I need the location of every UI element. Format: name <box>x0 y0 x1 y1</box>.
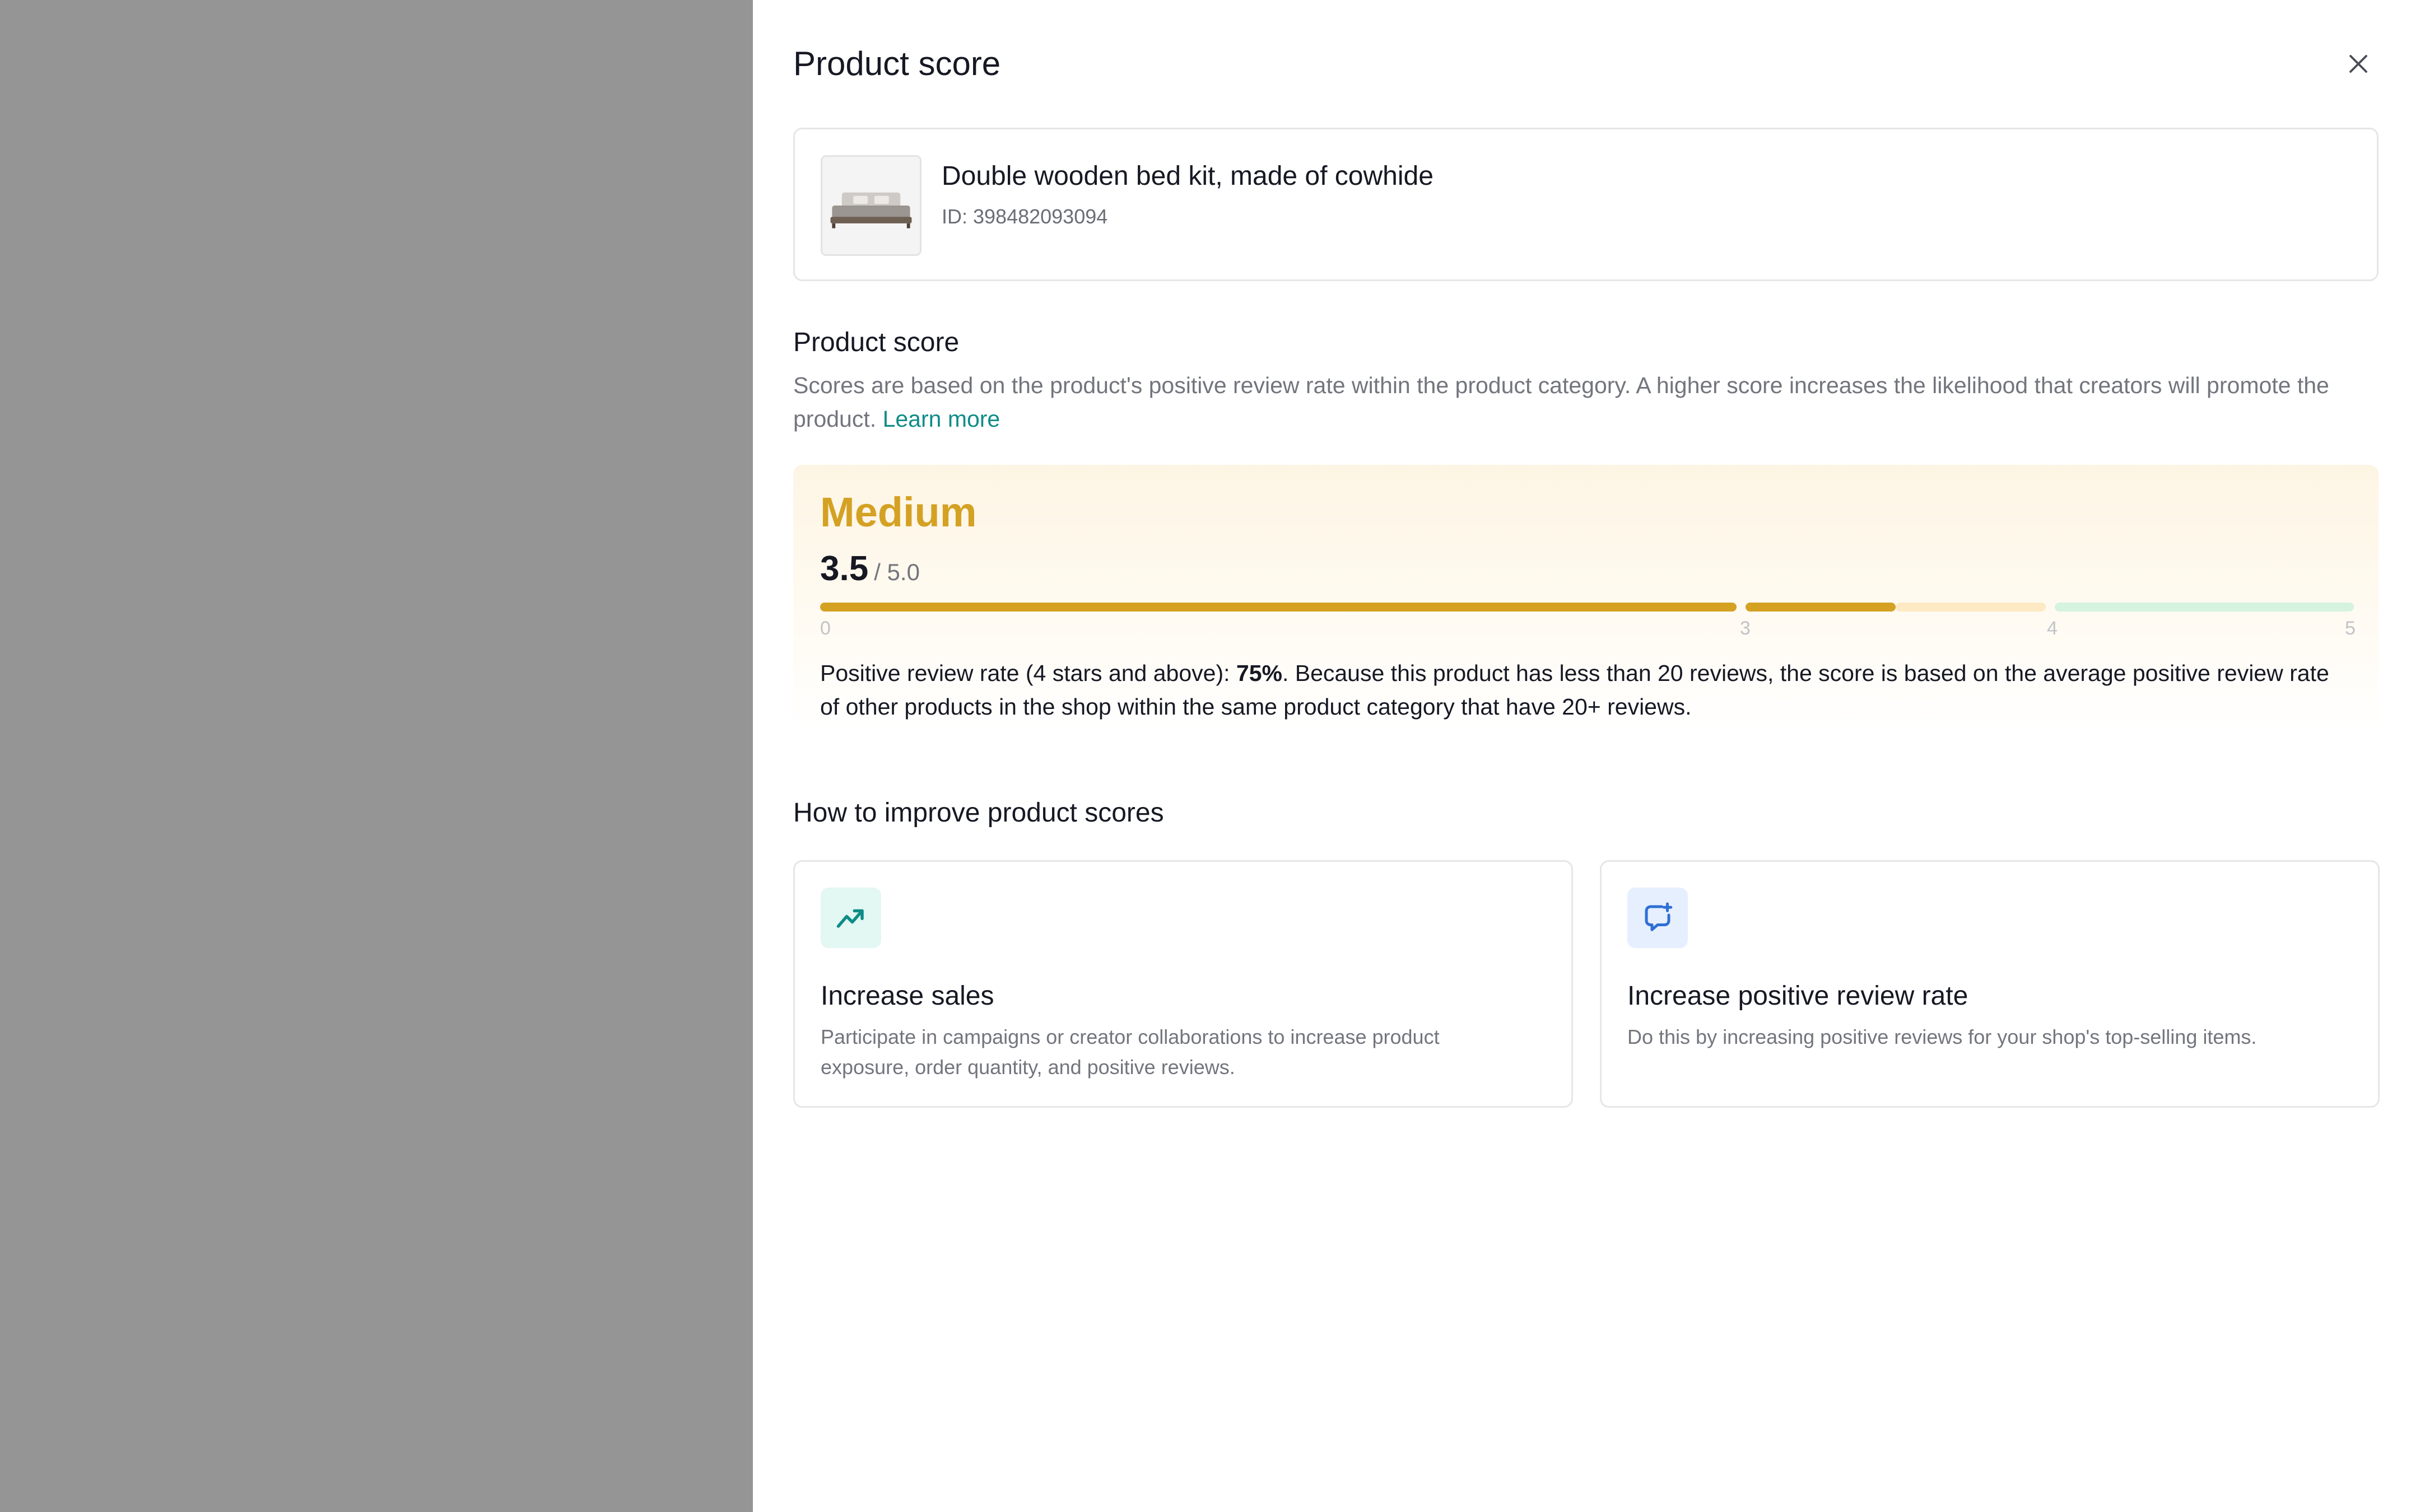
trending-up-icon <box>836 909 864 928</box>
positive-review-rate: 75% <box>1236 660 1282 686</box>
bed-image <box>822 157 920 254</box>
product-thumbnail <box>821 155 922 256</box>
score-value: 3.5 <box>820 549 869 588</box>
score-tick-5: 5 <box>2345 618 2356 639</box>
learn-more-link[interactable]: Learn more <box>883 406 1000 432</box>
increase-sales-title: Increase sales <box>821 981 994 1011</box>
score-display: 3.5/ 5.0 <box>820 548 920 599</box>
score-bar-low-segment <box>820 603 1737 612</box>
chat-plus-icon <box>1645 902 1673 931</box>
close-icon <box>2349 55 2367 73</box>
score-section-title: Product score <box>793 328 960 357</box>
modal-backdrop[interactable] <box>0 0 753 1512</box>
score-tick-4: 4 <box>2047 618 2058 639</box>
score-tick-3: 3 <box>1740 618 1751 639</box>
product-id: ID: 398482093094 <box>942 205 1108 228</box>
score-description-text: Scores are based on the product's positi… <box>793 372 2329 432</box>
score-panel: Medium 3.5/ 5.0 0 3 4 5 Positive review … <box>793 465 2379 731</box>
score-bar-medium-filled-segment <box>1746 603 1896 612</box>
close-button[interactable] <box>2343 48 2374 80</box>
increase-review-rate-title: Increase positive review rate <box>1627 981 1968 1011</box>
score-tick-0: 0 <box>820 618 831 639</box>
increase-sales-description: Participate in campaigns or creator coll… <box>821 1025 1440 1079</box>
increase-review-rate-icon-box <box>1627 888 1688 948</box>
score-level: Medium <box>820 489 977 535</box>
product-card: Double wooden bed kit, made of cowhide I… <box>793 128 2379 281</box>
score-section-description: Scores are based on the product's positi… <box>793 368 2379 436</box>
increase-review-rate-card[interactable]: Increase positive review rate Do this by… <box>1600 860 2380 1108</box>
product-score-drawer: Product score Double wooden bed kit, mad… <box>753 0 2420 1512</box>
increase-sales-icon-box <box>821 888 881 948</box>
explain-prefix: Positive review rate (4 stars and above)… <box>820 660 1236 686</box>
product-name: Double wooden bed kit, made of cowhide <box>942 161 1434 191</box>
score-explanation: Positive review rate (4 stars and above)… <box>820 656 2349 724</box>
increase-review-rate-description: Do this by increasing positive reviews f… <box>1627 1025 2257 1048</box>
score-bar-medium-track-segment <box>1896 603 2046 612</box>
score-max: / 5.0 <box>874 559 920 585</box>
drawer-title: Product score <box>793 45 1001 82</box>
increase-sales-card[interactable]: Increase sales Participate in campaigns … <box>793 860 1573 1108</box>
score-bar-high-segment <box>2055 603 2354 612</box>
improve-section-title: How to improve product scores <box>793 798 1164 828</box>
